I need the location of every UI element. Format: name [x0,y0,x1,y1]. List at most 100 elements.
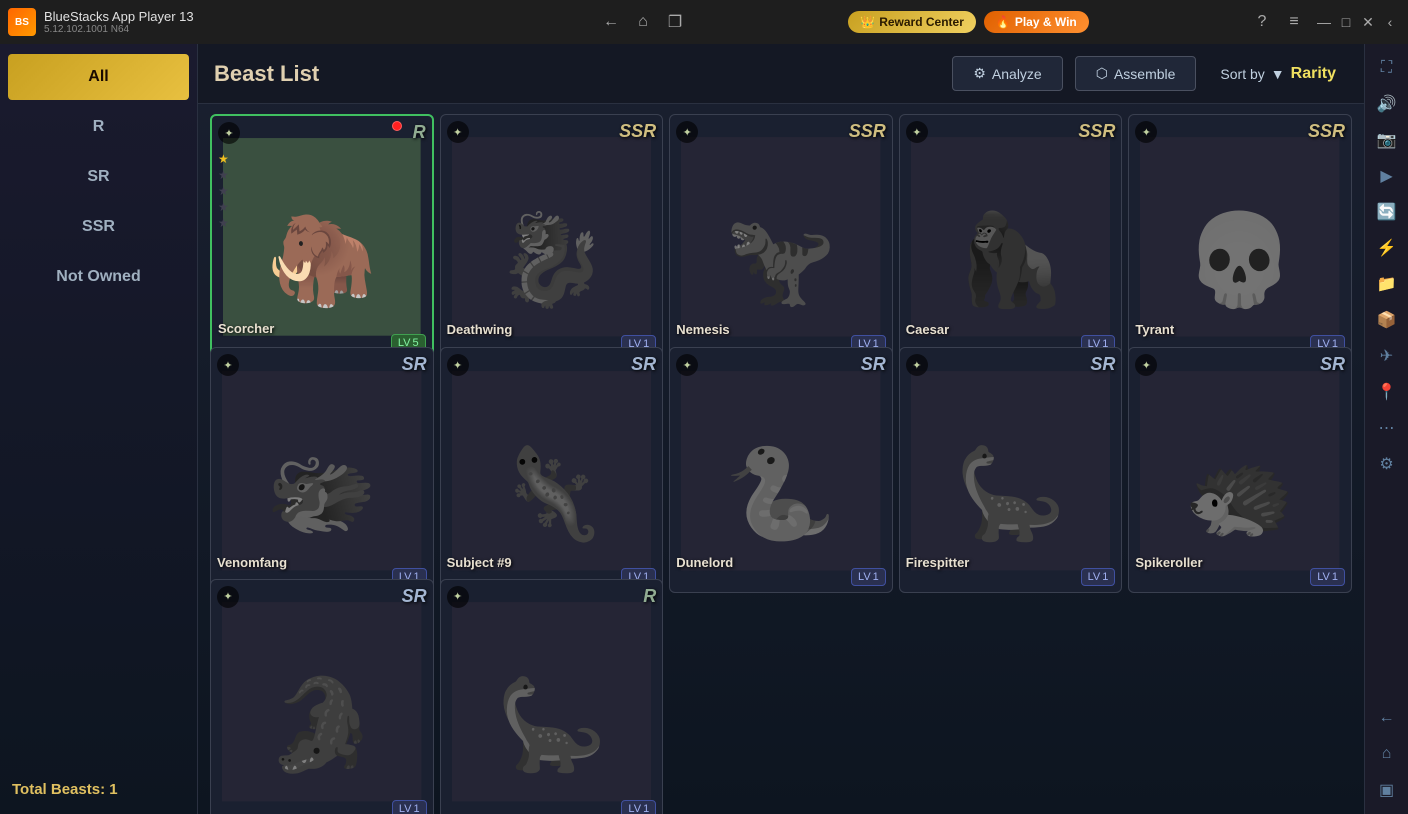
rs-recent-icon[interactable]: ▣ [1371,774,1403,806]
beast-name-10: Spikeroller [1135,555,1202,570]
sidebar-item-not-owned[interactable]: Not Owned [8,254,189,300]
rarity-badge-7: SR [631,354,656,375]
rs-settings-icon[interactable]: ⚙ [1371,448,1403,480]
rs-fullscreen-icon[interactable]: ⛶ [1371,52,1403,84]
svg-text:🦖: 🦖 [725,211,837,311]
sort-chevron-icon: ▼ [1271,66,1285,82]
beast-card-3[interactable]: 🦖 ✦SSRNemesisLV1 [669,114,893,360]
level-badge-10: LV1 [1310,568,1345,586]
title-bar-center: 👑 Reward Center 🔥 Play & Win [695,11,1242,33]
beast-name-7: Subject #9 [447,555,512,570]
rarity-badge-2: SSR [619,121,656,142]
beast-card-5[interactable]: 💀 ✦SSRTyrantLV1 [1128,114,1352,360]
nav-back-btn[interactable]: ← [599,10,623,34]
rs-home-icon[interactable]: ⌂ [1371,738,1403,770]
main-area: All R SR SSR Not Owned Total Beasts: 1 B… [0,44,1408,814]
rarity-badge-11: SR [402,586,427,607]
rs-flash-icon[interactable]: ⚡ [1371,232,1403,264]
level-badge-11: LV1 [392,800,427,814]
nav-controls: ← ⌂ ❐ [599,10,687,34]
beast-name-1: Scorcher [218,321,274,336]
beast-name-6: Venomfang [217,555,287,570]
svg-text:🦎: 🦎 [496,442,608,544]
help-btn[interactable]: ? [1250,10,1274,34]
app-info: BlueStacks App Player 13 5.12.102.1001 N… [44,9,591,35]
beast-grid: 🦣 ✦★★★★★RScorcherLV5 🐉 ✦SSRDeathwingLV1 … [198,104,1364,814]
rs-airplane-icon[interactable]: ✈ [1371,340,1403,372]
sidebar-item-sr[interactable]: SR [8,154,189,200]
reward-center-btn[interactable]: 👑 Reward Center [848,11,976,33]
svg-text:🦔: 🦔 [1184,444,1296,544]
svg-text:🐍: 🐍 [725,442,837,544]
star-5: ★ [218,216,229,230]
beast-card-6[interactable]: 🐲 ✦SRVenomfangLV1 [210,347,434,593]
sidebar: All R SR SSR Not Owned Total Beasts: 1 [0,44,198,814]
minimize-btn[interactable]: — [1314,12,1334,32]
rarity-badge-6: SR [402,354,427,375]
star-2: ★ [218,168,229,182]
close-btn[interactable]: ✕ [1358,12,1378,32]
beast-type-icon-12: ✦ [447,586,469,608]
beast-card-4[interactable]: 🦍 ✦SSRCaesarLV1 [899,114,1123,360]
beast-visual-12: 🦕 [441,580,663,814]
notification-dot-1 [392,121,402,131]
star-1: ★ [218,152,229,166]
rs-play-icon[interactable]: ▶ [1371,160,1403,192]
beast-name-3: Nemesis [676,322,729,337]
play-win-btn[interactable]: 🔥 Play & Win [984,11,1089,33]
menu-btn[interactable]: ≡ [1282,10,1306,34]
nav-windows-btn[interactable]: ❐ [663,10,687,34]
beast-name-5: Tyrant [1135,322,1174,337]
beast-card-7[interactable]: 🦎 ✦SRSubject #9LV1 [440,347,664,593]
beast-card-8[interactable]: 🐍 ✦SRDunelordLV1 [669,347,893,593]
rs-more-icon[interactable]: ⋯ [1371,412,1403,444]
analyze-btn[interactable]: ⚙ Analyze [952,56,1062,91]
beast-type-icon-11: ✦ [217,586,239,608]
beast-name-2: Deathwing [447,322,513,337]
app-name: BlueStacks App Player 13 [44,9,591,24]
sidebar-item-r[interactable]: R [8,104,189,150]
rs-rotate-icon[interactable]: 🔄 [1371,196,1403,228]
rs-location-icon[interactable]: 📍 [1371,376,1403,408]
svg-text:🦕: 🦕 [955,442,1067,544]
beast-type-icon-7: ✦ [447,354,469,376]
rs-volume-icon[interactable]: 🔊 [1371,88,1403,120]
beast-type-icon-4: ✦ [906,121,928,143]
rs-folder-icon[interactable]: 📁 [1371,268,1403,300]
svg-text:🦍: 🦍 [955,209,1067,311]
level-badge-9: LV1 [1081,568,1116,586]
beast-card-12[interactable]: 🦕 ✦RLV1 [440,579,664,814]
nav-home-btn[interactable]: ⌂ [631,10,655,34]
window-controls: — □ ✕ ‹ [1314,12,1400,32]
assemble-btn[interactable]: ⬡ Assemble [1075,56,1197,91]
beast-card-1[interactable]: 🦣 ✦★★★★★RScorcherLV5 [210,114,434,360]
beast-name-9: Firespitter [906,555,970,570]
svg-text:🦣: 🦣 [266,209,377,310]
rarity-badge-12: R [643,586,656,607]
rs-package-icon[interactable]: 📦 [1371,304,1403,336]
rs-back-icon[interactable]: ← [1371,702,1403,734]
beast-card-10[interactable]: 🦔 ✦SRSpikerollerLV1 [1128,347,1352,593]
back-btn[interactable]: ‹ [1380,12,1400,32]
svg-text:🐲: 🐲 [266,444,378,544]
total-beasts: Total Beasts: 1 [0,765,197,814]
svg-text:🦕: 🦕 [496,673,608,775]
sidebar-item-all[interactable]: All [8,54,189,100]
beast-card-2[interactable]: 🐉 ✦SSRDeathwingLV1 [440,114,664,360]
rs-video-icon[interactable]: 📷 [1371,124,1403,156]
rarity-badge-9: SR [1090,354,1115,375]
assemble-icon: ⬡ [1096,65,1108,82]
app-version: 5.12.102.1001 N64 [44,24,591,35]
maximize-btn[interactable]: □ [1336,12,1356,32]
sort-by-btn[interactable]: Sort by ▼ Rarity [1208,57,1348,91]
beast-card-9[interactable]: 🦕 ✦SRFirespitterLV1 [899,347,1123,593]
title-bar: BS BlueStacks App Player 13 5.12.102.100… [0,0,1408,44]
beast-card-11[interactable]: 🐊 ✦SRLV1 [210,579,434,814]
content-area: Beast List ⚙ Analyze ⬡ Assemble Sort by … [198,44,1364,814]
content-header: Beast List ⚙ Analyze ⬡ Assemble Sort by … [198,44,1364,104]
sidebar-item-ssr[interactable]: SSR [8,204,189,250]
stars-row-1: ★★★★★ [218,152,229,230]
star-4: ★ [218,200,229,214]
app-logo: BS [8,8,36,36]
rarity-badge-1: R [413,122,426,143]
